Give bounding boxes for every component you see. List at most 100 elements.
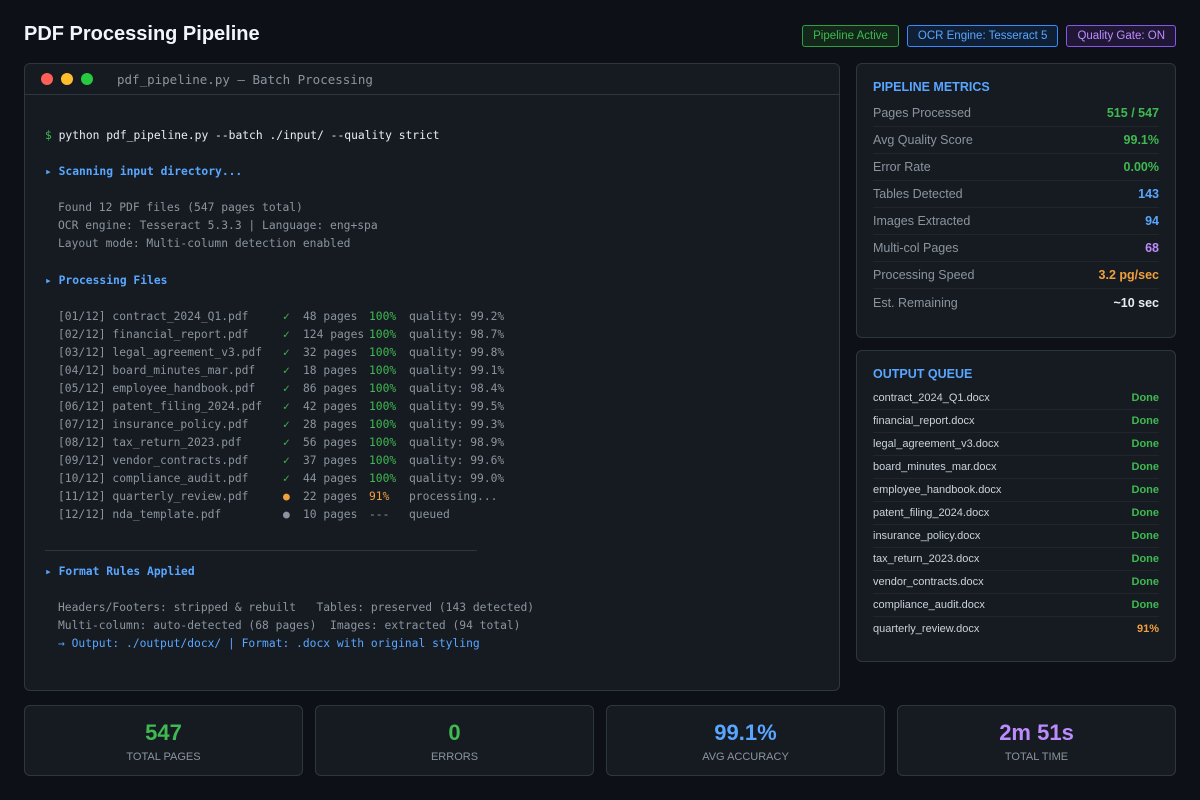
command-text: python pdf_pipeline.py --batch ./input/ …	[58, 129, 440, 142]
queue-item[interactable]: financial_report.docx Done	[873, 410, 1159, 433]
queue-status: Done	[1131, 553, 1160, 565]
file-info: quality: 99.5%	[409, 400, 505, 413]
status-check-icon: ✓	[283, 382, 290, 395]
file-row: [11/12] quarterly_review.pdf ● 22 pages 91%…	[45, 488, 497, 506]
queue-file-name: tax_return_2023.docx	[873, 553, 980, 565]
file-id: [03/12] legal_agreement_v3.pdf	[58, 346, 263, 359]
queue-item[interactable]: employee_handbook.docx Done	[873, 479, 1159, 502]
queue-file-name: contract_2024_Q1.docx	[873, 392, 990, 404]
status-check-icon: ✓	[283, 472, 290, 485]
metric-row: Error Rate 0.00%	[873, 154, 1159, 181]
file-row: [08/12] tax_return_2023.pdf ✓ 56 pages 100%…	[45, 434, 504, 452]
queue-file-name: vendor_contracts.docx	[873, 576, 984, 588]
scan-line: Layout mode: Multi-column detection enab…	[58, 237, 351, 250]
terminal-window: pdf_pipeline.py — Batch Processing $ pyt…	[24, 63, 840, 691]
metric-label: Tables Detected	[873, 187, 963, 201]
file-progress: 100%	[369, 454, 397, 467]
panel-title: OUTPUT QUEUE	[873, 367, 973, 381]
stat-card-total-pages: 547 TOTAL PAGES	[24, 705, 303, 776]
prompt-symbol: $	[45, 129, 52, 142]
queue-item[interactable]: quarterly_review.docx 91%	[873, 617, 1159, 640]
queue-item[interactable]: tax_return_2023.docx Done	[873, 548, 1159, 571]
metric-row: Pages Processed 515 / 547	[873, 100, 1159, 127]
queue-status: Done	[1131, 392, 1160, 404]
file-pages: 22 pages	[303, 490, 358, 503]
file-row: [03/12] legal_agreement_v3.pdf ✓ 32 pages 1…	[45, 344, 504, 362]
status-badges: Pipeline Active OCR Engine: Tesseract 5 …	[802, 25, 1176, 47]
file-info: quality: 98.4%	[409, 382, 505, 395]
queue-file-name: board_minutes_mar.docx	[873, 461, 997, 473]
queue-item[interactable]: patent_filing_2024.docx Done	[873, 502, 1159, 525]
file-id: [08/12] tax_return_2023.pdf	[58, 436, 242, 449]
scan-section-heading: ▸ Scanning input directory...	[45, 165, 243, 178]
stat-label: TOTAL PAGES	[126, 751, 201, 763]
file-id: [05/12] employee_handbook.pdf	[58, 382, 256, 395]
metric-value: 94	[1145, 214, 1159, 228]
close-window-button[interactable]	[41, 73, 53, 85]
queue-file-name: legal_agreement_v3.docx	[873, 438, 999, 450]
queue-item[interactable]: contract_2024_Q1.docx Done	[873, 387, 1159, 410]
file-row: [05/12] employee_handbook.pdf ✓ 86 pages 10…	[45, 380, 504, 398]
file-pages: 37 pages	[303, 454, 358, 467]
file-pages: 42 pages	[303, 400, 358, 413]
file-pages: 86 pages	[303, 382, 358, 395]
status-check-icon: ✓	[283, 454, 290, 467]
queue-item[interactable]: insurance_policy.docx Done	[873, 525, 1159, 548]
status-check-icon: ✓	[283, 436, 290, 449]
file-id: [07/12] insurance_policy.pdf	[58, 418, 249, 431]
file-pages: 32 pages	[303, 346, 358, 359]
queue-file-name: financial_report.docx	[873, 415, 975, 427]
rules-line: Multi-column: auto-detected (68 pages) I…	[58, 619, 521, 632]
queue-item[interactable]: vendor_contracts.docx Done	[873, 571, 1159, 594]
file-id: [02/12] financial_report.pdf	[58, 328, 249, 341]
metric-row: Tables Detected 143	[873, 181, 1159, 208]
file-progress: 100%	[369, 382, 397, 395]
queue-list[interactable]: contract_2024_Q1.docx Done financial_repor…	[873, 387, 1159, 640]
file-id: [06/12] patent_filing_2024.pdf	[58, 400, 263, 413]
minimize-window-button[interactable]	[61, 73, 73, 85]
file-pages: 56 pages	[303, 436, 358, 449]
status-queued-icon: ●	[283, 508, 290, 521]
rules-line: Headers/Footers: stripped & rebuilt Tabl…	[58, 601, 535, 614]
scan-line: OCR engine: Tesseract 5.3.3 | Language: …	[58, 219, 378, 232]
file-progress: 100%	[369, 328, 397, 341]
queue-item[interactable]: board_minutes_mar.docx Done	[873, 456, 1159, 479]
queue-item[interactable]: compliance_audit.docx Done	[873, 594, 1159, 617]
file-info: quality: 98.9%	[409, 436, 505, 449]
file-id: [01/12] contract_2024_Q1.pdf	[58, 310, 249, 323]
queue-file-name: insurance_policy.docx	[873, 530, 981, 542]
file-pages: 28 pages	[303, 418, 358, 431]
stat-value: 2m 51s	[999, 720, 1074, 745]
file-id: [11/12] quarterly_review.pdf	[58, 490, 249, 503]
metric-value: 3.2 pg/sec	[1098, 268, 1159, 282]
metric-row: Multi-col Pages 68	[873, 235, 1159, 262]
stat-value: 547	[145, 720, 182, 745]
metric-value: 143	[1138, 187, 1159, 201]
stat-label: TOTAL TIME	[1004, 751, 1069, 763]
queue-item[interactable]: legal_agreement_v3.docx Done	[873, 433, 1159, 456]
maximize-window-button[interactable]	[81, 73, 93, 85]
metric-value: 68	[1145, 241, 1159, 255]
metrics-list: Pages Processed 515 / 547 Avg Quality Scor…	[873, 100, 1159, 316]
queue-file-name: patent_filing_2024.docx	[873, 507, 990, 519]
stat-value: 99.1%	[714, 720, 777, 745]
output-queue-panel: OUTPUT QUEUE contract_2024_Q1.docx Done fi…	[856, 350, 1176, 662]
pipeline-metrics-panel: PIPELINE METRICS Pages Processed 515 / 54…	[856, 63, 1176, 338]
file-pages: 48 pages	[303, 310, 358, 323]
terminal-titlebar: pdf_pipeline.py — Batch Processing	[25, 64, 839, 95]
stat-label: AVG ACCURACY	[702, 751, 789, 763]
file-pages: 10 pages	[303, 508, 358, 521]
file-progress: 100%	[369, 310, 397, 323]
metric-label: Multi-col Pages	[873, 241, 959, 255]
scan-line: Found 12 PDF files (547 pages total)	[58, 201, 303, 214]
stat-label: ERRORS	[430, 751, 479, 763]
file-pages: 124 pages	[303, 328, 365, 341]
metric-row: Processing Speed 3.2 pg/sec	[873, 262, 1159, 289]
stat-value: 0	[448, 720, 461, 745]
metric-value: 515 / 547	[1106, 106, 1159, 120]
ocr-engine-badge: OCR Engine: Tesseract 5	[906, 25, 1059, 47]
file-row: [02/12] financial_report.pdf ✓ 124 pages 10…	[45, 326, 504, 344]
file-pages: 44 pages	[303, 472, 358, 485]
metric-label: Est. Remaining	[873, 295, 958, 310]
file-row: [09/12] vendor_contracts.pdf ✓ 37 pages 100…	[45, 452, 504, 470]
